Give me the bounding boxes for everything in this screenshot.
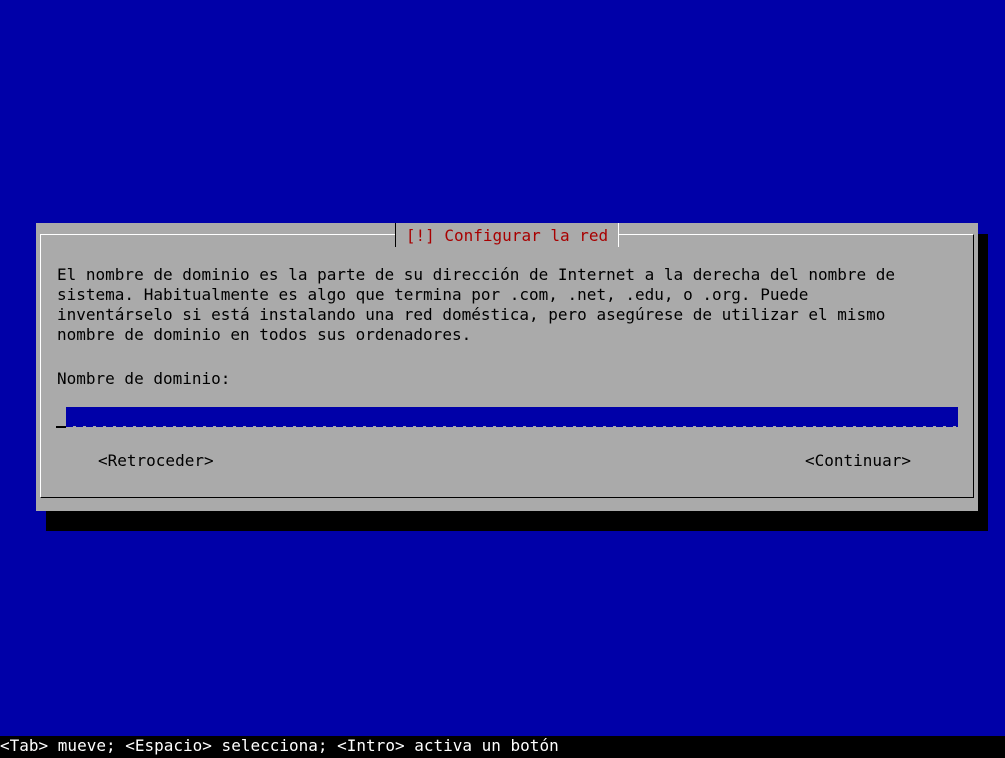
configure-network-dialog: [!] Configurar la red El nombre de domin… <box>36 223 978 511</box>
continue-button[interactable]: <Continuar> <box>805 451 911 471</box>
dialog-description: El nombre de dominio es la parte de su d… <box>57 265 896 344</box>
status-bar: <Tab> mueve; <Espacio> selecciona; <Intr… <box>0 736 1005 758</box>
domain-name-label: Nombre de dominio: <box>57 369 231 388</box>
back-button[interactable]: <Retroceder> <box>98 451 214 471</box>
dialog-title: [!] Configurar la red <box>394 223 620 247</box>
input-underline <box>66 426 958 427</box>
dialog-title-bar: [!] Configurar la red <box>36 223 978 247</box>
domain-name-input[interactable] <box>66 407 958 426</box>
text-cursor <box>56 426 66 428</box>
